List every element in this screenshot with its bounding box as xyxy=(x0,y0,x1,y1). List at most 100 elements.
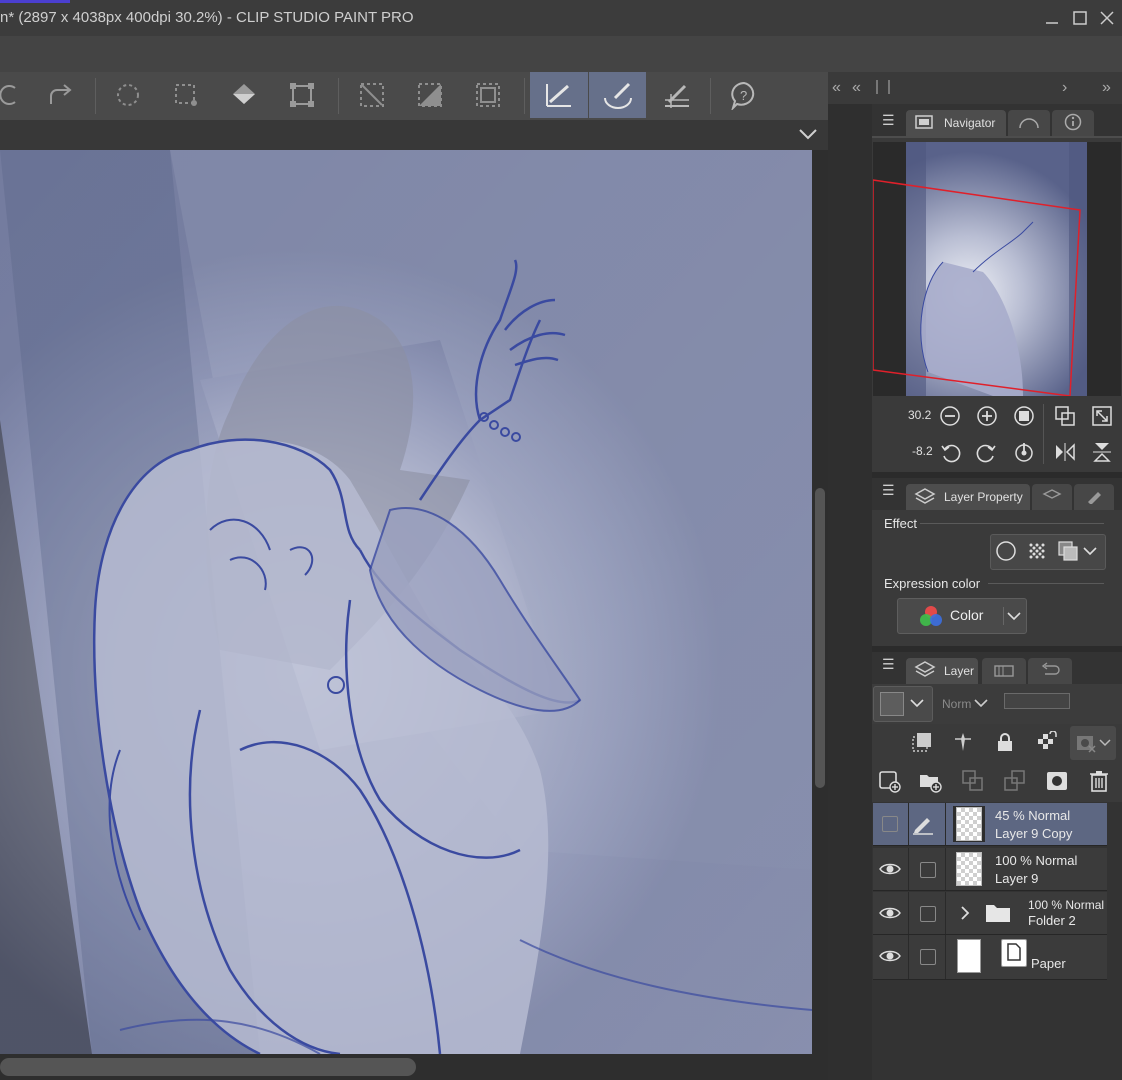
eye-icon[interactable] xyxy=(873,935,907,977)
fill-icon[interactable] xyxy=(216,72,272,118)
undo-icon[interactable] xyxy=(0,72,36,118)
effect-label: Effect xyxy=(884,516,918,531)
edit-target-checkbox[interactable] xyxy=(920,906,936,922)
menu-icon[interactable]: ☰ xyxy=(882,482,895,499)
blend-mode-select[interactable]: Norm xyxy=(942,697,971,711)
new-raster-layer-icon[interactable] xyxy=(878,769,902,793)
minimize-icon[interactable] xyxy=(1040,6,1064,30)
snap-grid-icon[interactable] xyxy=(648,72,704,118)
dock-grip-icon[interactable] xyxy=(876,80,890,94)
chevron-right-icon[interactable]: › xyxy=(1062,79,1067,97)
section-rule xyxy=(920,523,1104,524)
layer-row[interactable]: 45 % Normal Layer 9 Copy xyxy=(873,803,1107,846)
visibility-toggle[interactable] xyxy=(873,803,907,845)
layer-list-scrollbar[interactable] xyxy=(1108,803,1122,1080)
toolbar-divider xyxy=(338,78,339,114)
tab-layer[interactable]: Layer xyxy=(906,658,978,684)
eye-icon[interactable] xyxy=(873,892,907,934)
navigator-preview[interactable] xyxy=(873,142,1121,396)
tab-info[interactable] xyxy=(1052,110,1094,136)
visibility-checkbox[interactable] xyxy=(882,816,898,832)
expression-color-value: Color xyxy=(950,607,984,623)
canvas[interactable] xyxy=(0,150,812,1054)
chevron-down-icon[interactable] xyxy=(973,696,989,715)
section-rule xyxy=(988,583,1104,584)
clip-to-layer-below-icon[interactable] xyxy=(910,730,934,754)
folder-icon xyxy=(985,902,1011,929)
selection-border-icon[interactable] xyxy=(460,72,516,118)
navigator-icon xyxy=(914,114,936,133)
opacity-slider[interactable] xyxy=(1004,693,1070,709)
collapse-left-icon[interactable]: « xyxy=(852,79,861,97)
close-icon[interactable] xyxy=(1095,6,1119,30)
edit-target-checkbox[interactable] xyxy=(920,949,936,965)
layer-row[interactable]: 100 % Normal Layer 9 xyxy=(873,848,1107,891)
tab-layer-property[interactable]: Layer Property xyxy=(906,484,1030,510)
snap-special-ruler-icon[interactable] xyxy=(589,72,646,118)
toolbar-divider xyxy=(524,78,525,114)
layer-opacity-mode: 100 % Normal xyxy=(995,853,1078,868)
tab-sub-tool-detail[interactable] xyxy=(1074,484,1114,510)
subview-icon xyxy=(1018,114,1040,133)
layer-toolbar-2 xyxy=(872,764,1122,802)
tone-effect-icon[interactable] xyxy=(1025,539,1049,563)
flip-horizontal-icon[interactable] xyxy=(1053,440,1077,464)
layer-row[interactable]: 100 % Normal Folder 2 xyxy=(873,892,1107,935)
menu-icon[interactable]: ☰ xyxy=(882,656,895,673)
rotate-left-icon[interactable] xyxy=(938,440,962,464)
collapse-left-icon[interactable]: « xyxy=(832,79,841,97)
tab-layer-search[interactable] xyxy=(1032,484,1072,510)
reset-rotation-icon[interactable] xyxy=(1012,440,1036,464)
layer-color-effect-icon[interactable] xyxy=(1056,539,1080,563)
flip-vertical-icon[interactable] xyxy=(1090,440,1114,464)
create-layer-mask-icon[interactable] xyxy=(1045,769,1069,793)
layer-name: Layer 9 xyxy=(995,871,1039,886)
chevron-down-icon[interactable] xyxy=(1082,544,1098,563)
history-icon xyxy=(1039,661,1061,681)
merge-down-icon[interactable] xyxy=(1003,769,1027,793)
rotate-value[interactable]: -8.2 xyxy=(912,444,933,458)
layer-row[interactable]: Paper xyxy=(873,935,1107,980)
layer-opacity-mode: 45 % Normal xyxy=(995,808,1071,823)
reference-layer-icon[interactable] xyxy=(951,730,975,754)
zoom-out-icon[interactable] xyxy=(938,404,962,428)
chevron-down-icon[interactable] xyxy=(798,126,818,147)
snap-ruler-icon[interactable] xyxy=(530,72,588,118)
fit-navigator-icon[interactable] xyxy=(1090,404,1114,428)
lock-transparency-icon[interactable] xyxy=(1035,730,1059,754)
toolbar-divider xyxy=(710,78,711,114)
tab-history[interactable] xyxy=(1028,658,1072,684)
fit-to-screen-icon[interactable] xyxy=(1053,404,1077,428)
actual-size-icon[interactable] xyxy=(1012,404,1036,428)
clear-selection-icon[interactable] xyxy=(100,72,156,118)
menu-icon[interactable]: ☰ xyxy=(882,112,895,129)
rotate-right-icon[interactable] xyxy=(975,440,999,464)
redo-icon[interactable] xyxy=(32,72,88,118)
help-icon[interactable]: ? xyxy=(716,72,772,118)
border-effect-icon[interactable] xyxy=(994,539,1018,563)
tab-navigator[interactable]: Navigator xyxy=(906,110,1006,136)
transform-icon[interactable] xyxy=(274,72,330,118)
zoom-in-icon[interactable] xyxy=(975,404,999,428)
horizontal-scroll-thumb[interactable] xyxy=(0,1058,416,1076)
show-selection-icon[interactable] xyxy=(402,72,458,118)
new-folder-icon[interactable] xyxy=(918,769,942,793)
lock-icon[interactable] xyxy=(993,730,1017,754)
maximize-icon[interactable] xyxy=(1068,6,1092,30)
collapse-right-icon[interactable]: » xyxy=(1102,79,1111,97)
divider xyxy=(908,803,909,845)
tab-animation[interactable] xyxy=(982,658,1026,684)
menu-bar xyxy=(0,36,1122,72)
deselect-icon[interactable] xyxy=(158,72,214,118)
eye-icon[interactable] xyxy=(873,848,907,890)
tab-subview[interactable] xyxy=(1008,110,1050,136)
delete-layer-icon[interactable] xyxy=(1087,769,1111,793)
chevron-right-icon[interactable] xyxy=(959,905,971,926)
zoom-value[interactable]: 30.2 xyxy=(908,408,931,422)
chevron-down-icon xyxy=(1098,736,1112,754)
vertical-scroll-thumb[interactable] xyxy=(815,488,825,788)
command-bar: ? xyxy=(0,72,828,120)
hide-selection-icon[interactable] xyxy=(344,72,400,118)
transfer-to-lower-layer-icon[interactable] xyxy=(961,769,985,793)
edit-target-checkbox[interactable] xyxy=(920,862,936,878)
